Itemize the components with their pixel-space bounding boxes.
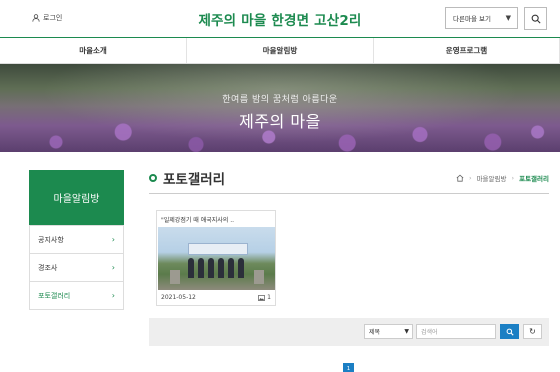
gallery-card-photo-count: 1 (258, 294, 271, 301)
search-placeholder: 검색어 (421, 329, 438, 336)
banner-title: 제주의 마을 (239, 112, 321, 131)
nav-item-programs[interactable]: 운영프로그램 (374, 38, 560, 63)
refresh-icon: ↻ (529, 327, 536, 336)
sidebar-item-notices[interactable]: 공지사항 › (30, 225, 123, 253)
page-title-text: 포토갤러리 (163, 172, 226, 188)
search-field-selected: 제목 (369, 329, 381, 336)
search-submit-button[interactable] (500, 324, 519, 339)
chevron-right-icon: › (111, 235, 115, 244)
sidebar-item-label: 공지사항 (38, 235, 64, 244)
image-icon (258, 294, 266, 301)
site-header: 로그인 제주의 마을 한경면 고산2리 다른마을 보기 ▼ (0, 0, 560, 37)
breadcrumb-parent[interactable]: 마을알림방 (477, 173, 507, 183)
thumbnail-stone (254, 270, 264, 284)
gallery-card-title[interactable]: "일제강점기 때 애국지사의 .. (161, 215, 234, 224)
nav-item-notice-room[interactable]: 마을알림방 (187, 38, 374, 63)
thumbnail-stone (170, 270, 180, 284)
chevron-down-icon: ▼ (505, 14, 511, 22)
search-icon (531, 14, 541, 24)
chevron-right-icon: › (111, 263, 115, 272)
breadcrumb-separator: › (511, 174, 515, 182)
gallery-card-footer: 2021-05-12 1 (161, 294, 271, 301)
sidebar-heading: 마을알림방 (29, 170, 124, 225)
main-nav: 마을소개 마을알림방 운영프로그램 (0, 37, 560, 64)
sidebar-item-label: 경조사 (38, 263, 58, 272)
thumbnail-person (218, 258, 224, 278)
other-village-label: 다른마을 보기 (453, 15, 491, 23)
chevron-down-icon: ▼ (404, 328, 409, 335)
page-title: 포토갤러리 (149, 168, 225, 188)
nav-item-village-intro[interactable]: 마을소개 (0, 38, 187, 63)
title-divider (149, 193, 549, 194)
search-icon (506, 328, 514, 336)
home-icon[interactable] (456, 174, 464, 182)
thumbnail-person (238, 258, 244, 278)
gallery-card[interactable]: "일제강점기 때 애국지사의 .. 2021-05-12 1 (156, 210, 276, 306)
photo-count-value: 1 (267, 294, 271, 301)
other-village-select[interactable]: 다른마을 보기 ▼ (445, 7, 518, 29)
breadcrumb-current: 포토갤러리 (519, 175, 549, 183)
sidebar-item-photo-gallery[interactable]: 포토갤러리 › (30, 281, 123, 309)
breadcrumb-separator: › (468, 174, 472, 182)
thumbnail-banner-cloth (188, 243, 248, 255)
sidebar-item-family-events[interactable]: 경조사 › (30, 253, 123, 281)
board-search-bar: 제목 ▼ 검색어 ↻ (149, 318, 549, 346)
site-search-button[interactable] (524, 7, 547, 30)
gallery-card-thumbnail[interactable] (158, 227, 275, 290)
gallery-card-date: 2021-05-12 (161, 294, 196, 301)
thumbnail-person (188, 258, 194, 278)
sidebar-item-label: 포토갤러리 (38, 291, 71, 300)
chevron-right-icon: › (111, 291, 115, 300)
hero-banner: 한여름 밤의 꿈처럼 아름다운 제주의 마을 (0, 64, 560, 152)
pagination-page-current[interactable]: 1 (343, 363, 354, 372)
circle-bullet-icon (149, 174, 157, 182)
breadcrumb: › 마을알림방 › 포토갤러리 (456, 173, 549, 183)
reset-button[interactable]: ↻ (523, 324, 542, 339)
sidebar-menu: 공지사항 › 경조사 › 포토갤러리 › (29, 225, 124, 310)
thumbnail-person (198, 258, 204, 278)
banner-subtitle: 한여름 밤의 꿈처럼 아름다운 (222, 95, 338, 105)
thumbnail-person (228, 258, 234, 278)
search-field-select[interactable]: 제목 ▼ (364, 324, 413, 339)
search-input[interactable]: 검색어 (416, 324, 496, 339)
thumbnail-person (208, 258, 214, 278)
